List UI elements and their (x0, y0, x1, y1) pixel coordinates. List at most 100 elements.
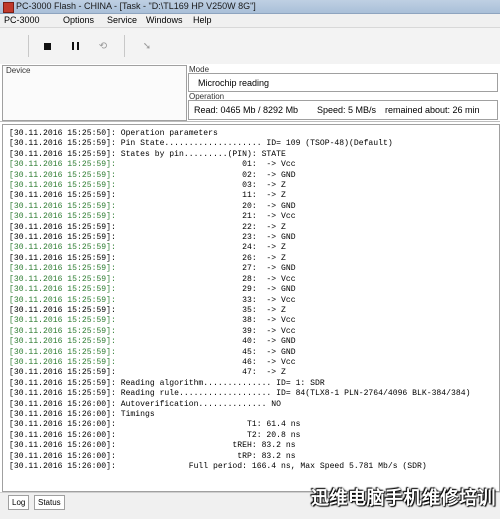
log-timestamp: [30.11.2016 15:25:59]: (9, 285, 116, 295)
log-line: [30.11.2016 15:26:00]: Autoverification.… (9, 400, 470, 410)
pause-icon (71, 42, 79, 50)
menu-service[interactable]: Service (107, 15, 137, 25)
log-message: 01: -> Vcc (115, 160, 296, 170)
log-line: [30.11.2016 15:25:59]: 02: -> GND (9, 171, 470, 181)
stop-icon (43, 42, 51, 50)
log-timestamp: [30.11.2016 15:25:59]: (9, 201, 116, 211)
log-message: 40: -> GND (115, 337, 296, 347)
log-line: [30.11.2016 15:25:59]: 11: -> Z (9, 191, 470, 201)
log-message: Reading algorithm.............. ID= 1: S… (115, 378, 325, 388)
log-message: 23: -> GND (115, 233, 296, 243)
log-line: [30.11.2016 15:25:59]: 45: -> GND (9, 348, 470, 358)
read-speed: Speed: 5 MB/s (317, 105, 377, 115)
log-message: Timings (115, 409, 155, 419)
menu-bar: PC-3000 Options Service Windows Help (0, 14, 500, 28)
tab-status[interactable]: Status (34, 495, 65, 510)
log-line: [30.11.2016 15:25:59]: 27: -> GND (9, 264, 470, 274)
menu-options[interactable]: Options (63, 15, 94, 25)
log-timestamp: [30.11.2016 15:25:59]: (9, 357, 116, 367)
log-timestamp: [30.11.2016 15:25:59]: (9, 212, 116, 222)
toolbar: ⟲ ➘ (0, 28, 500, 65)
log-line: [30.11.2016 15:25:59]: Pin State........… (9, 139, 470, 149)
log-timestamp: [30.11.2016 15:25:59]: (9, 347, 116, 357)
menu-windows[interactable]: Windows (146, 15, 183, 25)
log-line: [30.11.2016 15:26:00]: T2: 20.8 ns (9, 431, 470, 441)
log-timestamp: [30.11.2016 15:25:59]: (9, 149, 116, 159)
time-remaining: remained about: 26 min (385, 105, 480, 115)
device-panel: Device (2, 65, 187, 121)
log-line: [30.11.2016 15:26:00]: T1: 61.4 ns (9, 420, 470, 430)
log-lines: [30.11.2016 15:25:50]: Operation paramet… (9, 129, 470, 472)
log-message: 33: -> Vcc (115, 295, 296, 305)
log-line: [30.11.2016 15:25:59]: 26: -> Z (9, 254, 470, 264)
log-line: [30.11.2016 15:25:59]: 24: -> Z (9, 243, 470, 253)
log-timestamp: [30.11.2016 15:26:00]: (9, 441, 116, 451)
log-timestamp: [30.11.2016 15:25:59]: (9, 305, 116, 315)
pause-button[interactable] (66, 37, 84, 55)
log-line: [30.11.2016 15:25:59]: 20: -> GND (9, 202, 470, 212)
log-timestamp: [30.11.2016 15:25:59]: (9, 316, 116, 326)
stop-button[interactable] (38, 37, 56, 55)
tab-log[interactable]: Log (8, 495, 30, 510)
log-timestamp: [30.11.2016 15:26:00]: (9, 430, 116, 440)
log-line: [30.11.2016 15:25:59]: 23: -> GND (9, 233, 470, 243)
log-message: 39: -> Vcc (115, 326, 296, 336)
log-message: Operation parameters (115, 129, 218, 138)
log-timestamp: [30.11.2016 15:26:00]: (9, 409, 116, 419)
log-message: tREH: 83.2 ns (115, 441, 296, 451)
log-line: [30.11.2016 15:25:59]: 22: -> Z (9, 223, 470, 233)
log-line: [30.11.2016 15:25:59]: 46: -> Vcc (9, 358, 470, 368)
log-line: [30.11.2016 15:25:59]: Reading rule.....… (9, 389, 470, 399)
log-message: 45: -> GND (115, 347, 296, 357)
log-message: Full period: 166.4 ns, Max Speed 5.781 M… (115, 462, 427, 471)
log-message: T2: 20.8 ns (115, 430, 301, 440)
log-timestamp: [30.11.2016 15:25:59]: (9, 170, 116, 180)
log-timestamp: [30.11.2016 15:25:59]: (9, 139, 116, 149)
read-progress: Read: 0465 Mb / 8292 Mb (194, 105, 299, 115)
log-message: 20: -> GND (115, 201, 296, 211)
log-line: [30.11.2016 15:25:59]: States by pin....… (9, 150, 470, 160)
log-timestamp: [30.11.2016 15:25:50]: (9, 129, 116, 138)
log-line: [30.11.2016 15:26:00]: Full period: 166.… (9, 462, 470, 472)
log-message: 46: -> Vcc (115, 357, 296, 367)
log-line: [30.11.2016 15:26:00]: tRP: 83.2 ns (9, 452, 470, 462)
log-message: 29: -> GND (115, 285, 296, 295)
device-label: Device (6, 66, 31, 75)
log-message: 02: -> GND (115, 170, 296, 180)
menu-pc3000[interactable]: PC-3000 (4, 15, 40, 25)
log-timestamp: [30.11.2016 15:25:59]: (9, 243, 116, 253)
log-message: tRP: 83.2 ns (115, 451, 296, 461)
log-line: [30.11.2016 15:25:59]: 47: -> Z (9, 368, 470, 378)
log-timestamp: [30.11.2016 15:25:59]: (9, 233, 116, 243)
log-timestamp: [30.11.2016 15:25:59]: (9, 295, 116, 305)
title-bar: PC-3000 Flash - CHINA - [Task - "D:\TL16… (0, 0, 500, 14)
log-panel[interactable]: [30.11.2016 15:25:50]: Operation paramet… (2, 124, 500, 492)
watermark-text: 迅维电脑手机维修培训 (311, 488, 496, 509)
log-timestamp: [30.11.2016 15:26:00]: (9, 420, 116, 430)
log-timestamp: [30.11.2016 15:26:00]: (9, 451, 116, 461)
log-line: [30.11.2016 15:26:00]: Timings (9, 410, 470, 420)
step-icon: ⟲ (98, 40, 108, 52)
log-line: [30.11.2016 15:26:00]: tREH: 83.2 ns (9, 441, 470, 451)
log-line: [30.11.2016 15:25:59]: 39: -> Vcc (9, 327, 470, 337)
step-button[interactable]: ⟲ (94, 37, 112, 55)
app-icon (3, 2, 14, 13)
log-message: States by pin.........(PIN): STATE (115, 149, 286, 159)
log-timestamp: [30.11.2016 15:26:00]: (9, 462, 116, 471)
toolbar-separator (124, 35, 125, 57)
toolbar-separator (28, 35, 29, 57)
log-message: 22: -> Z (115, 222, 286, 232)
log-timestamp: [30.11.2016 15:25:59]: (9, 222, 116, 232)
log-line: [30.11.2016 15:25:50]: Operation paramet… (9, 129, 470, 139)
log-timestamp: [30.11.2016 15:25:59]: (9, 264, 116, 274)
menu-help[interactable]: Help (193, 15, 212, 25)
log-timestamp: [30.11.2016 15:25:59]: (9, 368, 116, 378)
log-timestamp: [30.11.2016 15:25:59]: (9, 378, 116, 388)
log-message: 47: -> Z (115, 368, 286, 378)
info-panels: Device Mode Microchip reading Operation … (0, 64, 500, 122)
log-message: 11: -> Z (115, 191, 286, 201)
log-timestamp: [30.11.2016 15:25:59]: (9, 181, 116, 191)
run-button[interactable]: ➘ (138, 37, 156, 55)
log-line: [30.11.2016 15:25:59]: 35: -> Z (9, 306, 470, 316)
log-timestamp: [30.11.2016 15:25:59]: (9, 191, 116, 201)
